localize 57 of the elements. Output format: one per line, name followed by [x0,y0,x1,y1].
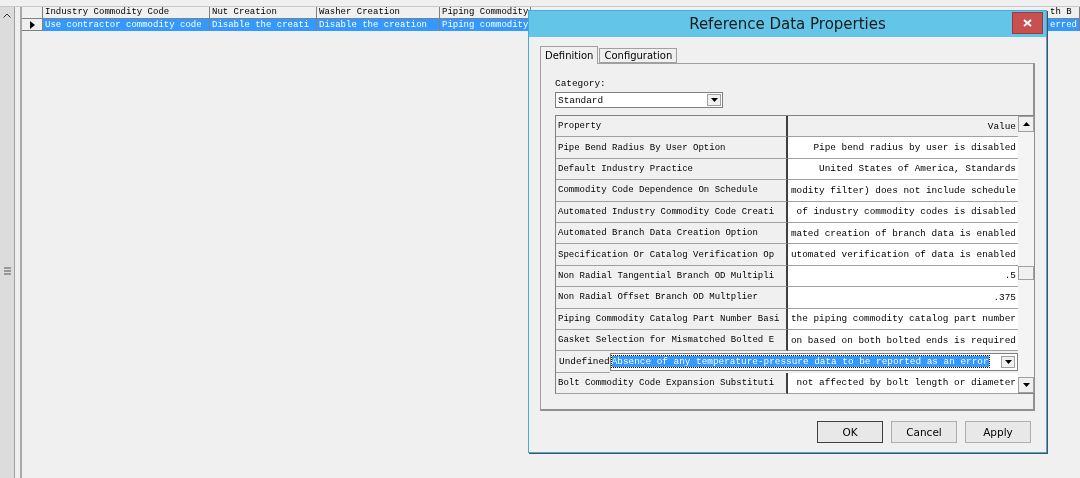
property-name: Pipe Bend Radius By User Option [556,137,788,159]
column-header[interactable]: Industry Commodity Code [43,7,210,19]
column-header[interactable]: th B [1048,7,1080,19]
column-header[interactable]: Nut Creation [210,7,317,19]
close-icon [1023,19,1032,27]
property-value[interactable]: mated creation of branch data is enabled [788,222,1018,245]
property-name: Non Radial Tangential Branch OD Multipli [556,265,788,288]
property-name: Non Radial Offset Branch OD Multplier [556,287,788,309]
property-name: Default Industry Practice [556,158,788,181]
dialog-button[interactable]: Apply [965,421,1031,443]
property-value[interactable]: .5 [788,265,1018,288]
property-name: Automated Industry Commodity Code Creati [556,201,788,223]
property-value[interactable]: .375 [788,287,1018,309]
scroll-thumb[interactable] [1018,266,1034,280]
table-cell: erred [1048,19,1080,31]
property-value[interactable]: Pipe bend radius by user is disabled [788,137,1018,159]
column-header: Property [556,116,788,138]
property-value[interactable]: not affected by bolt length or diameter [788,372,1018,395]
property-name: Gasket Selection for Mismatched Bolted E [556,329,788,352]
property-name: Piping Commodity Catalog Part Number Basi [556,308,788,330]
table-cell: Use contractor commodity code [43,19,210,31]
property-name: Automated Branch Data Creation Option [556,222,788,245]
grip-icon[interactable] [3,267,11,275]
tab[interactable]: Configuration [599,48,678,63]
chevron-up-icon[interactable] [3,13,11,18]
property-name: Bolt Commodity Code Expansion Substituti [556,372,788,395]
property-value[interactable]: on based on both bolted ends is required [788,329,1018,352]
column-header[interactable]: Piping Commodity [440,7,531,19]
property-name: Specification Or Catalog Verification Op [556,244,788,266]
scroll-up-button[interactable] [1018,116,1034,132]
table-cell: Piping commodity [440,19,531,31]
caret-down-icon [1022,383,1030,387]
dropdown-button[interactable] [1001,356,1015,368]
caret-icon [1004,360,1012,364]
category-dropdown[interactable]: Standard [555,92,723,108]
dialog-title: Reference Data Properties [689,15,886,33]
caret-up-icon [1022,122,1030,126]
scroll-down-button[interactable] [1018,377,1034,393]
category-label: Category: [555,78,607,90]
dropdown-button[interactable] [707,94,721,106]
table-cell: Disable the creati [210,19,317,31]
caret-icon [710,98,718,102]
dialog-button[interactable]: OK [817,421,883,443]
table-cell: Disable the creation [317,19,440,31]
property-value[interactable]: modity filter) does not include schedule [788,180,1018,202]
property-value[interactable]: United States of America, Standards [788,158,1018,181]
dialog-button[interactable]: Cancel [891,421,957,443]
scrollbar[interactable] [1018,116,1034,393]
property-value[interactable]: utomated verification of data is enabled [788,244,1018,266]
property-value[interactable]: the piping commodity catalog part number [788,308,1018,330]
property-value[interactable]: of industry commodity codes is disabled [788,201,1018,223]
row-header[interactable] [22,19,43,31]
column-header[interactable]: Washer Creation [317,7,440,19]
row-pointer-icon [29,20,35,29]
property-name: Commodity Code Dependence On Schedule [556,180,788,202]
tab[interactable]: Definition [540,46,599,64]
close-button[interactable] [1012,12,1043,34]
